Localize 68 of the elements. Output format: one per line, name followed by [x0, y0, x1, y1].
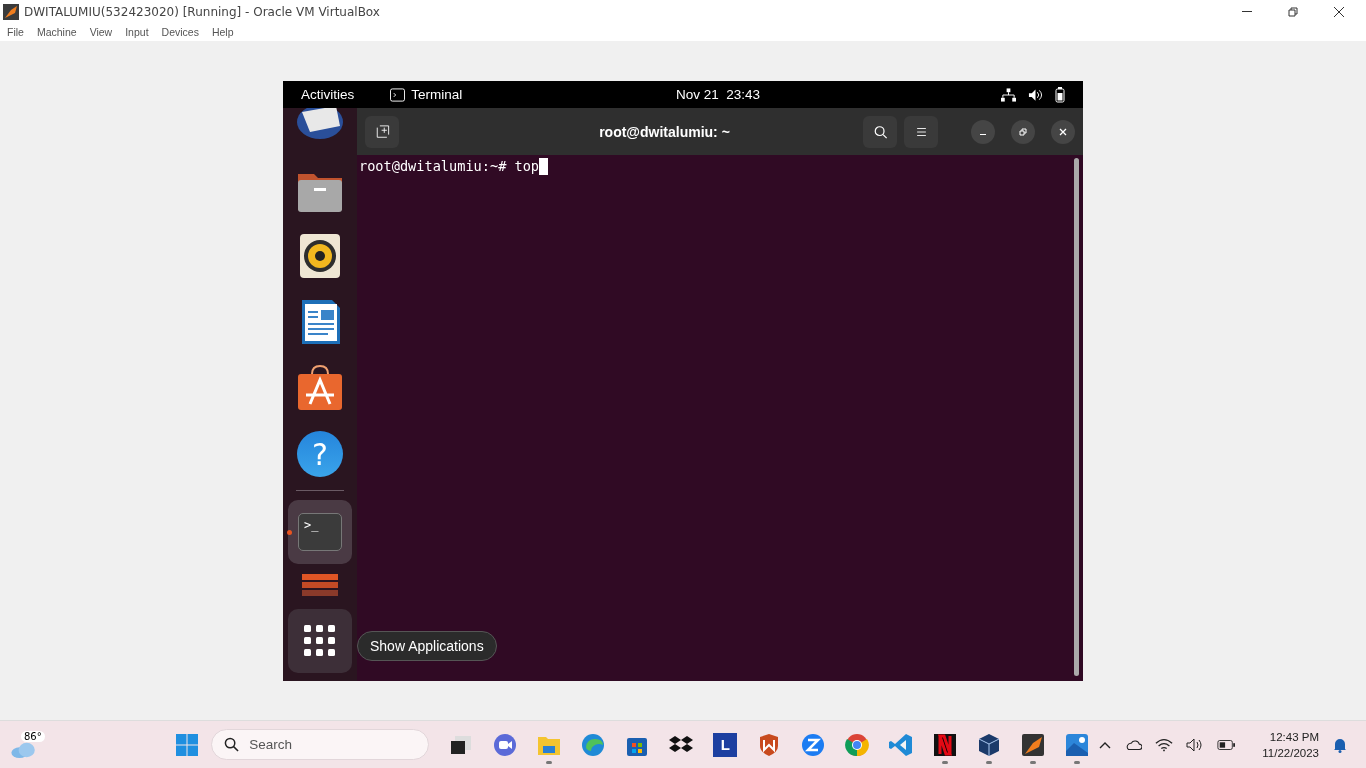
terminal-icon[interactable]: >_: [298, 513, 342, 551]
virtualbox-app-icon: [3, 3, 19, 20]
new-tab-button[interactable]: [365, 115, 399, 148]
video-call-icon[interactable]: [801, 732, 826, 757]
maximize-icon[interactable]: [1288, 6, 1298, 17]
app-menu-label[interactable]: Terminal: [411, 87, 463, 102]
window-title: DWITALUMIU(532423020) [Running] - Oracle VM VirtualBox: [24, 4, 380, 19]
search-icon: [872, 124, 888, 139]
taskbar-time[interactable]: 12:43 PM: [1269, 728, 1319, 745]
store-bag-icon[interactable]: [296, 364, 344, 412]
running-indicator: [1030, 760, 1037, 764]
photos-icon[interactable]: [1065, 732, 1090, 757]
dock-item-highlight[interactable]: >_: [288, 500, 352, 564]
menu-item[interactable]: Machine: [36, 26, 77, 38]
command-text: top: [514, 158, 540, 174]
activities-button[interactable]: Activities: [301, 87, 355, 102]
battery-icon[interactable]: [1217, 737, 1236, 752]
notification-bell-icon[interactable]: [1332, 736, 1348, 753]
text-cursor: [539, 158, 549, 175]
restore-icon: [1018, 126, 1028, 137]
menu-item[interactable]: Help: [211, 26, 234, 38]
battery-icon: [1055, 86, 1065, 103]
menu-button[interactable]: [904, 115, 938, 148]
windows-logo-icon[interactable]: [175, 732, 200, 757]
volume-icon: [1028, 87, 1043, 102]
clock[interactable]: Nov 21 23:43: [676, 87, 761, 102]
app-grid-icon: [304, 625, 336, 657]
running-indicator: [942, 760, 949, 764]
code-editor-icon[interactable]: [889, 732, 914, 757]
shell-prompt: root@dwitalumiu:~#: [359, 158, 508, 174]
netflix-icon[interactable]: [933, 732, 958, 757]
volume-icon[interactable]: [1186, 737, 1205, 752]
close-icon[interactable]: [1334, 6, 1344, 17]
app-icon[interactable]: [1021, 732, 1046, 757]
menu-item[interactable]: Devices: [161, 26, 199, 38]
cloud-icon: [10, 740, 38, 759]
search-field[interactable]: Search: [211, 729, 430, 760]
search-button[interactable]: [863, 115, 897, 148]
show-applications-button[interactable]: [288, 609, 352, 673]
cloud-icon[interactable]: [1124, 737, 1143, 752]
taskbar-date[interactable]: 11/22/2023: [1262, 744, 1319, 761]
app-icon[interactable]: L: [713, 732, 738, 757]
terminal-title: root@dwitalumiu: ~: [598, 123, 731, 140]
running-indicator: [287, 530, 292, 535]
video-chat-icon[interactable]: [493, 732, 518, 757]
close-icon: [1058, 126, 1068, 137]
search-placeholder: Search: [249, 737, 293, 752]
running-indicator: [1074, 760, 1081, 764]
menu-item[interactable]: Input: [125, 26, 149, 38]
chrome-icon[interactable]: [845, 732, 870, 757]
wifi-icon[interactable]: [1155, 737, 1174, 752]
scrollbar[interactable]: [1074, 158, 1079, 676]
running-indicator: [546, 760, 553, 764]
menu-item[interactable]: File: [7, 26, 24, 38]
cube-icon[interactable]: [977, 732, 1002, 757]
menu-item[interactable]: View: [89, 26, 113, 38]
restore-button[interactable]: [1011, 119, 1035, 144]
minimize-icon: [980, 134, 986, 135]
network-icon: [1001, 87, 1016, 102]
chevron-up-icon[interactable]: [1099, 740, 1112, 749]
search-icon: [224, 737, 240, 752]
tooltip: Show Applications: [357, 631, 497, 661]
terminal-icon: [390, 87, 406, 102]
running-indicator: [986, 760, 993, 764]
new-tab-icon: [374, 124, 390, 139]
browser-icon[interactable]: [581, 732, 606, 757]
close-button[interactable]: [1051, 119, 1075, 144]
temperature: 86°: [21, 730, 45, 742]
